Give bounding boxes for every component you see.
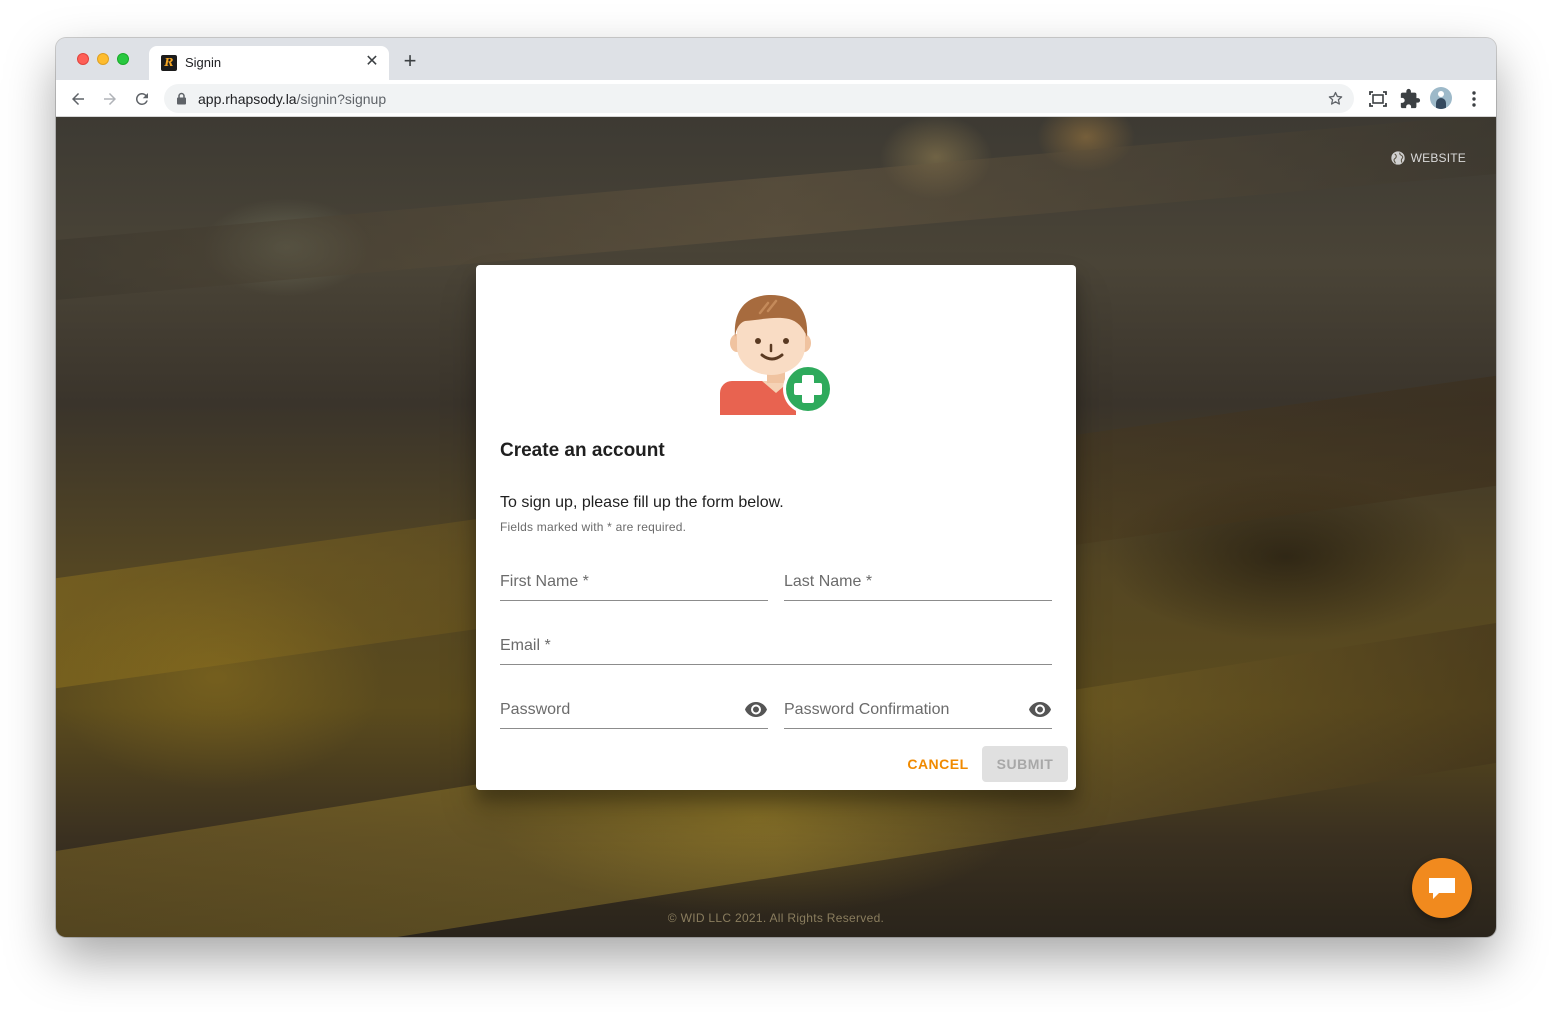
first-name-field	[500, 561, 768, 601]
website-link-label: WEBSITE	[1410, 151, 1466, 165]
submit-button[interactable]: SUBMIT	[982, 746, 1068, 782]
rhapsody-favicon-icon: R	[161, 55, 177, 71]
first-name-input[interactable]	[500, 570, 768, 594]
password-input[interactable]	[500, 698, 730, 722]
browser-toolbar: app.rhapsody.la/signin?signup	[56, 80, 1496, 117]
star-icon[interactable]	[1327, 90, 1344, 107]
last-name-input[interactable]	[784, 570, 1052, 594]
reload-button[interactable]	[131, 88, 153, 110]
url-text: app.rhapsody.la/signin?signup	[198, 91, 386, 107]
lock-icon	[177, 92, 186, 105]
arrow-right-icon	[104, 93, 116, 105]
required-fields-note: Fields marked with * are required.	[500, 520, 687, 534]
browser-window: R Signin ✕ + app.rhapsody.la/signin?sign…	[56, 38, 1496, 937]
browser-tab[interactable]: R Signin ✕	[149, 46, 389, 80]
signin-page: WEBSITE Create an account To sign up, pl…	[56, 117, 1496, 937]
puzzle-icon[interactable]	[1399, 88, 1421, 110]
email-input[interactable]	[500, 634, 1052, 658]
cancel-button[interactable]: CANCEL	[902, 746, 974, 782]
last-name-field	[784, 561, 1052, 601]
arrow-left-icon	[72, 93, 84, 105]
forward-button[interactable]	[99, 88, 121, 110]
new-tab-button[interactable]: +	[399, 50, 421, 72]
minimize-window-button[interactable]	[97, 53, 109, 65]
profile-avatar[interactable]	[1430, 87, 1452, 109]
maximize-window-button[interactable]	[117, 53, 129, 65]
reload-icon	[135, 92, 148, 105]
website-link[interactable]: WEBSITE	[1390, 150, 1466, 166]
password-confirmation-input[interactable]	[784, 698, 1014, 722]
url-path: /signin?signup	[296, 91, 387, 107]
close-window-button[interactable]	[77, 53, 89, 65]
password-field	[500, 689, 768, 729]
copyright-footer: © WID LLC 2021. All Rights Reserved.	[667, 911, 885, 925]
tab-title: Signin	[185, 55, 222, 70]
dialog-title: Create an account	[500, 440, 665, 461]
more-vertical-icon[interactable]	[1463, 88, 1485, 110]
eye-icon[interactable]	[744, 697, 768, 721]
tab-close-icon[interactable]: ✕	[363, 53, 381, 71]
globe-icon	[1390, 151, 1405, 165]
tab-strip: R Signin ✕ +	[56, 38, 1496, 80]
url-host: app.rhapsody.la	[198, 91, 297, 107]
screen-capture-icon[interactable]	[1367, 88, 1389, 110]
address-bar[interactable]: app.rhapsody.la/signin?signup	[164, 84, 1354, 113]
eye-icon[interactable]	[1028, 697, 1052, 721]
create-account-dialog: Create an account To sign up, please fil…	[476, 265, 1076, 790]
email-field	[500, 625, 1052, 665]
chat-bubble-icon	[1429, 878, 1455, 899]
back-button[interactable]	[67, 88, 89, 110]
add-user-illustration-icon	[720, 295, 833, 415]
password-confirmation-field	[784, 689, 1052, 729]
chat-button[interactable]	[1412, 858, 1472, 918]
dialog-description: To sign up, please fill up the form belo…	[500, 494, 784, 511]
